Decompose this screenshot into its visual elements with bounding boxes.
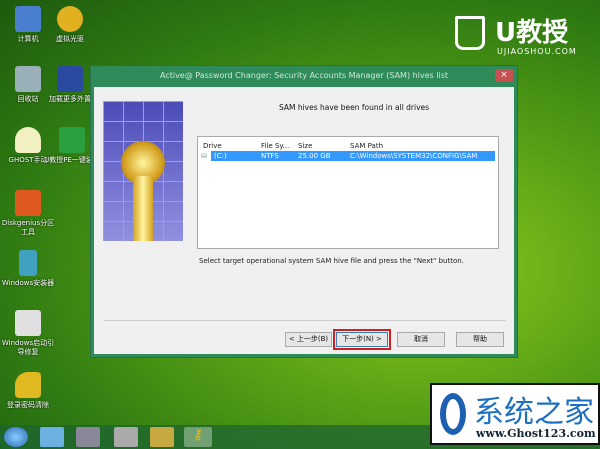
watermark-name: 系统之家 xyxy=(474,395,594,430)
icon-label: 回收站 xyxy=(17,95,39,103)
icon-label: Windows启动引导修复 xyxy=(1,339,55,356)
help-button[interactable]: 帮助 xyxy=(456,332,504,347)
dialog-heading: SAM hives have been found in all drives xyxy=(278,103,430,112)
column-file-system[interactable]: File Sy... xyxy=(261,141,289,151)
boot-repair-icon xyxy=(15,310,41,336)
watermark-logo: 系统之家 www.Ghost123.com xyxy=(430,383,600,445)
icon-label: Diskgenius分区工具 xyxy=(1,219,55,236)
ghost-icon xyxy=(15,127,41,153)
desktop-icon-diskgenius[interactable]: Diskgenius分区工具 xyxy=(0,190,56,237)
monitor-icon[interactable] xyxy=(40,427,64,447)
sam-hives-list[interactable]: Drive File Sy... Size SAM Path ⛁ (C:) NT… xyxy=(197,136,499,249)
sam-hives-dialog: Active@ Password Changer: Security Accou… xyxy=(90,65,518,358)
drive-icon: ⛁ xyxy=(201,151,211,161)
desktop-icon-windows-installer[interactable]: Windows安装器 xyxy=(0,250,56,288)
icon-label: 虚拟光驱 xyxy=(56,35,84,43)
column-sam-path[interactable]: SAM Path xyxy=(350,141,383,151)
cell-sam-path: C:\Windows\SYSTEM32\CONFIG\SAM xyxy=(350,152,478,160)
disc-icon xyxy=(57,6,83,32)
back-button[interactable]: < 上一步(B) xyxy=(285,332,332,347)
shield-icon xyxy=(59,127,85,153)
recycle-bin-icon xyxy=(15,66,41,92)
list-header: Drive File Sy... Size SAM Path xyxy=(198,141,498,151)
dialog-title: Active@ Password Changer: Security Accou… xyxy=(159,71,449,80)
cancel-button[interactable]: 取消 xyxy=(397,332,445,347)
ring-logo-icon xyxy=(440,393,466,435)
cell-drive: (C:) xyxy=(214,152,227,160)
instruction-text: Select target operational system SAM hiv… xyxy=(199,257,464,265)
icon-label: 登录密码清除 xyxy=(7,401,49,409)
expand-icon xyxy=(57,66,83,92)
tool-icon[interactable] xyxy=(150,427,174,447)
watermark-url: www.Ghost123.com xyxy=(476,427,596,440)
desktop-icon-virtual-drive[interactable]: 虚拟光驱 xyxy=(42,6,98,44)
brand-domain: UJIAOSHOU.COM xyxy=(497,47,577,56)
shield-logo-icon xyxy=(455,16,485,50)
desktop-icon-boot-repair[interactable]: Windows启动引导修复 xyxy=(0,310,56,357)
desktop-icon-password-clear[interactable]: 登录密码清除 xyxy=(0,372,56,410)
printer-icon[interactable] xyxy=(76,427,100,447)
brand-name: U教授 xyxy=(495,18,569,48)
key-icon xyxy=(15,372,41,398)
divider xyxy=(104,320,506,321)
icon-label: 加载更多外置 xyxy=(49,95,91,103)
dialog-client: SAM hives have been found in all drives … xyxy=(94,87,514,354)
next-button[interactable]: 下一步(N) > xyxy=(333,329,391,350)
installer-icon xyxy=(19,250,37,276)
start-orb-icon[interactable] xyxy=(4,427,28,447)
cell-file-system: NTFS xyxy=(261,152,279,160)
computer-icon xyxy=(15,6,41,32)
close-button[interactable]: × xyxy=(495,69,513,82)
column-size[interactable]: Size xyxy=(298,141,312,151)
icon-label: Windows安装器 xyxy=(1,279,55,287)
keyhole-image xyxy=(103,101,183,241)
drive-icon[interactable] xyxy=(114,427,138,447)
diskgenius-icon xyxy=(15,190,41,216)
column-drive[interactable]: Drive xyxy=(203,141,222,151)
icon-label: 计算机 xyxy=(17,35,39,43)
key-icon[interactable]: ⚷ xyxy=(184,427,212,447)
cell-size: 25.00 GB xyxy=(298,152,331,160)
table-row[interactable]: ⛁ (C:) NTFS 25.00 GB C:\Windows\SYSTEM32… xyxy=(201,151,495,161)
